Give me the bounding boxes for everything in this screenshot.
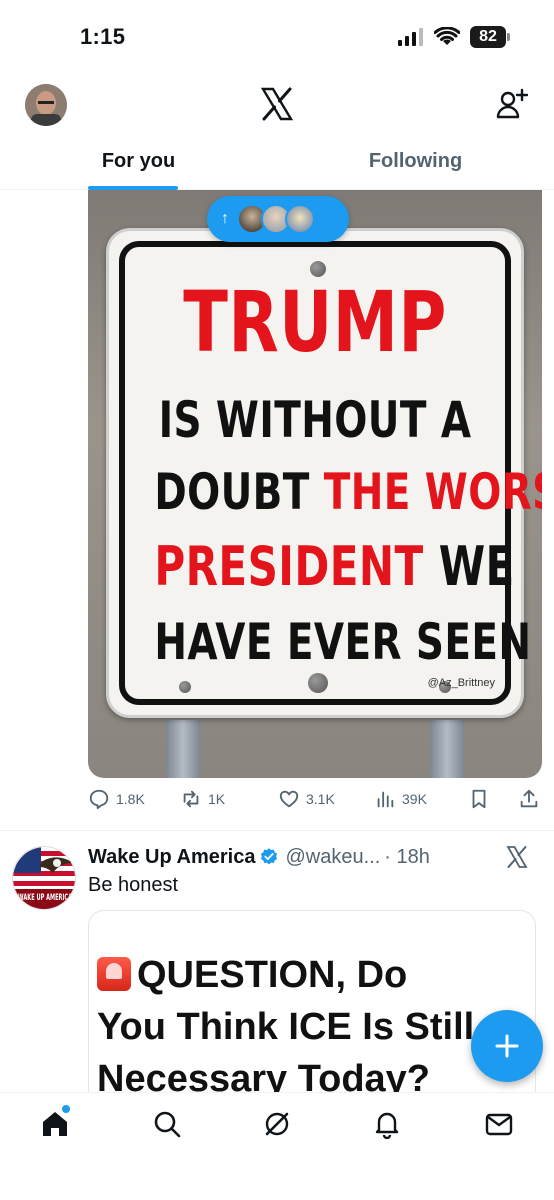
status-bar: 1:15 82 <box>0 0 554 72</box>
views-count: 39K <box>402 791 427 807</box>
reply-button[interactable]: 1.8K <box>88 788 145 810</box>
tab-for-you[interactable]: For you <box>0 140 277 190</box>
post-author-avatar[interactable]: WAKE UP AMERICA <box>12 846 76 910</box>
search-icon[interactable] <box>152 1109 182 1139</box>
share-icon <box>520 789 538 808</box>
views-button[interactable]: 39K <box>374 788 427 810</box>
status-time: 1:15 <box>80 24 126 49</box>
top-header: For you Following <box>0 72 554 190</box>
x-grok-icon[interactable] <box>506 846 528 868</box>
siren-emoji-icon <box>97 957 131 991</box>
post-author-row: Wake Up America @wakeu... · 18h <box>88 844 548 870</box>
compose-post-button[interactable] <box>471 1010 543 1082</box>
sign-line-3-red: THE WORST <box>323 463 542 521</box>
sign-line-1: TRUMP <box>183 273 447 371</box>
pill-avatar <box>285 204 315 234</box>
wifi-icon <box>434 27 460 45</box>
status-icons: 82 <box>398 26 510 48</box>
post-timestamp: · 18h <box>384 845 430 868</box>
add-user-icon[interactable] <box>496 88 528 120</box>
sign-line-3-black: DOUBT <box>154 463 310 521</box>
sign-post-left <box>166 720 200 778</box>
signal-icon <box>398 28 423 46</box>
post-divider <box>0 830 554 831</box>
avatar-photo-icon <box>25 84 67 126</box>
verified-badge-icon <box>261 848 278 865</box>
tab-following-label: Following <box>368 150 463 172</box>
post-author-avatar-text: WAKE UP AMERICA <box>18 893 72 903</box>
bookmark-button[interactable] <box>468 788 490 810</box>
card-text: QUESTION, Do You Think ICE Is Still Nece… <box>97 949 474 1105</box>
post-image[interactable]: TRUMP IS WITHOUT A DOUBT THE WORST PRESI… <box>88 190 542 778</box>
timeline-tabs: For you Following <box>0 140 554 190</box>
new-posts-button[interactable]: ↑ <box>207 196 349 242</box>
repost-count: 1K <box>208 791 226 807</box>
notifications-bell-icon[interactable] <box>372 1109 402 1139</box>
flag-eagle-avatar-icon: WAKE UP AMERICA <box>13 847 75 909</box>
tab-following[interactable]: Following <box>277 140 554 190</box>
sign-line-3: DOUBT THE WORST <box>154 463 542 521</box>
home-icon[interactable] <box>40 1109 70 1139</box>
views-icon <box>377 791 394 808</box>
bookmark-icon <box>472 789 486 809</box>
post-author-name[interactable]: Wake Up America <box>88 846 255 869</box>
image-watermark: @Az_Brittney <box>427 677 495 689</box>
post-action-bar: 1.8K 1K 3.1K 39K <box>88 788 542 816</box>
battery-indicator: 82 <box>470 26 510 48</box>
post-media-card[interactable]: QUESTION, Do You Think ICE Is Still Nece… <box>88 910 536 1110</box>
sign-line-4: PRESIDENT WE <box>154 535 514 598</box>
sign-post-right <box>430 720 464 778</box>
card-line-1-text: QUESTION, Do <box>137 954 408 996</box>
tab-for-you-label: For you <box>101 150 176 172</box>
arrow-up-icon: ↑ <box>221 210 229 227</box>
grok-icon[interactable] <box>262 1109 292 1139</box>
sign-line-5: HAVE EVER SEEN <box>154 613 532 671</box>
bottom-navigation <box>0 1092 554 1200</box>
sign-line-2: IS WITHOUT A <box>158 391 472 449</box>
card-line-1: QUESTION, Do <box>97 949 474 1001</box>
sign-line-4-black: WE <box>438 535 515 598</box>
post-author-handle[interactable]: @wakeu... <box>285 846 380 869</box>
sign-line-4-red: PRESIDENT <box>154 535 424 598</box>
home-notification-dot <box>62 1105 70 1113</box>
card-line-2: You Think ICE Is Still <box>97 1006 475 1048</box>
heart-icon <box>279 790 299 808</box>
repost-button[interactable]: 1K <box>180 788 225 810</box>
messages-mail-icon[interactable] <box>484 1109 514 1139</box>
sign-bolt <box>179 681 191 693</box>
repost-icon <box>183 790 199 808</box>
like-button[interactable]: 3.1K <box>278 788 335 810</box>
reply-count: 1.8K <box>116 791 145 807</box>
x-logo-icon[interactable] <box>259 86 295 122</box>
like-count: 3.1K <box>306 791 335 807</box>
plus-icon <box>495 1034 519 1058</box>
post-text: Be honest <box>88 874 179 896</box>
profile-avatar[interactable] <box>25 84 67 126</box>
reply-icon <box>89 789 109 810</box>
sign-bolt <box>308 673 328 693</box>
share-button[interactable] <box>518 788 540 810</box>
road-sign: TRUMP IS WITHOUT A DOUBT THE WORST PRESI… <box>106 228 542 718</box>
